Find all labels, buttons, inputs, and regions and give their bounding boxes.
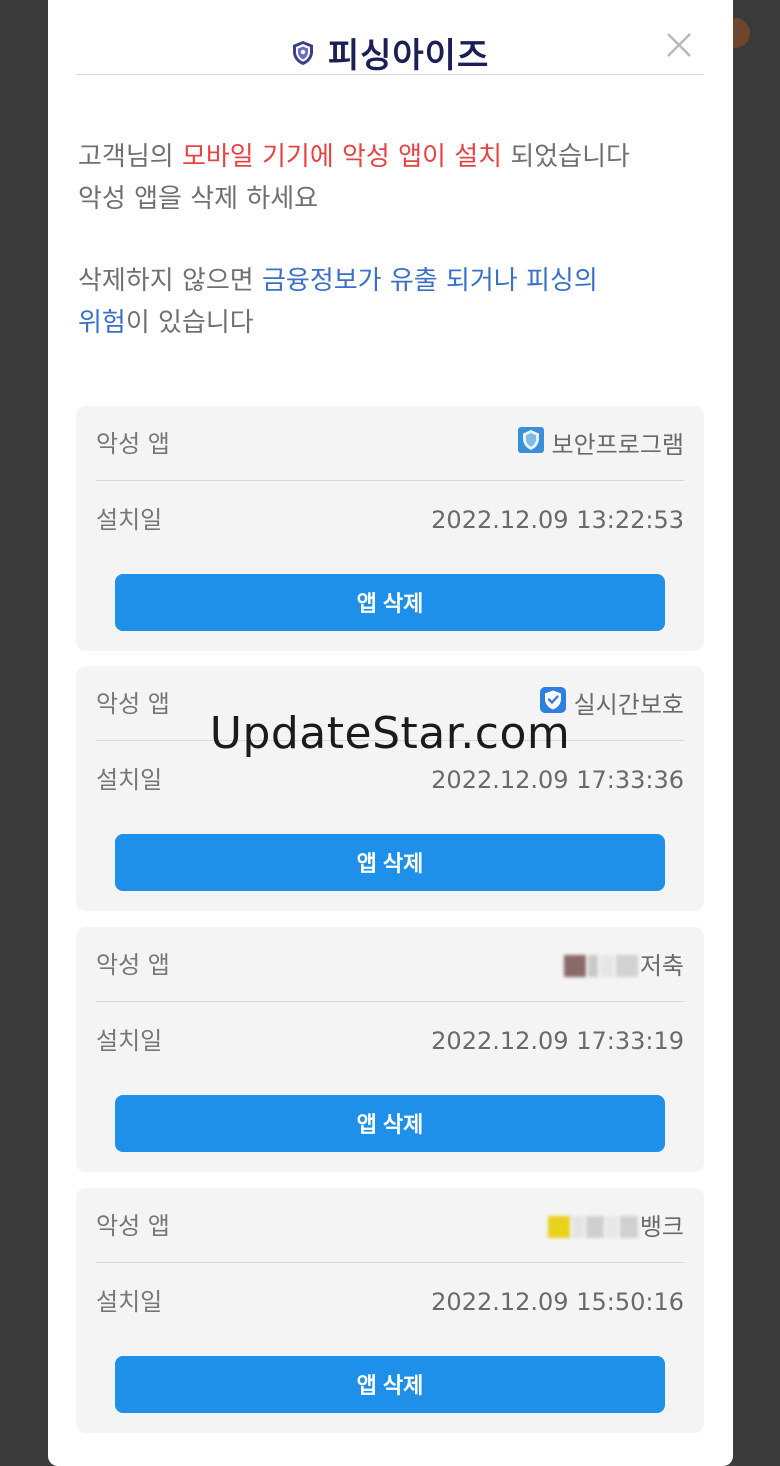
app-label: 악성 앱 <box>96 951 170 979</box>
app-name-row: 악성 앱 저축 <box>96 945 684 1002</box>
app-label: 악성 앱 <box>96 1212 170 1240</box>
blurred-text <box>571 1216 584 1238</box>
install-date-label: 설치일 <box>96 1027 163 1055</box>
install-date-row: 설치일 2022.12.09 15:50:16 <box>96 1282 684 1322</box>
close-icon[interactable] <box>664 30 694 60</box>
app-name-row: 악성 앱 뱅크 <box>96 1206 684 1263</box>
install-date-label: 설치일 <box>96 1288 163 1316</box>
app-name-text: 저축 <box>639 952 684 980</box>
warning-line-1: 고객님의 모바일 기기에 악성 앱이 설치 되었습니다 <box>78 136 698 178</box>
blurred-text <box>605 1216 618 1238</box>
warning-line-2: 악성 앱을 삭제 하세요 <box>78 184 319 214</box>
malicious-app-card: 악성 앱 뱅크 설치일 2022.12.09 15:50:16 앱 삭제 <box>76 1188 704 1433</box>
risk-message: 삭제하지 않으면 금융정보가 유출 되거나 피싱의 위험이 있습니다 <box>78 260 698 344</box>
install-date-value: 2022.12.09 15:50:16 <box>431 1288 684 1316</box>
delete-app-button[interactable]: 앱 삭제 <box>115 1356 665 1413</box>
app-name: 뱅크 <box>547 1206 684 1247</box>
install-date-row: 설치일 2022.12.09 17:33:36 <box>96 760 684 800</box>
shield-app-icon <box>517 425 544 465</box>
blurred-bank-icon <box>547 1216 570 1238</box>
install-date-label: 설치일 <box>96 506 163 534</box>
malicious-app-card: 악성 앱 저축 설치일 2022.12.09 17:33:19 앱 삭제 <box>76 927 704 1172</box>
malicious-app-card: 악성 앱 보안프로그램 설치일 2022.12.09 13:22:53 앱 삭제 <box>76 406 704 651</box>
delete-app-button[interactable]: 앱 삭제 <box>115 574 665 631</box>
app-name-text: 보안프로그램 <box>551 431 684 459</box>
risk-highlight: 위험 <box>78 308 126 338</box>
warning-text: 되었습니다 <box>502 142 630 172</box>
install-date-value: 2022.12.09 17:33:19 <box>431 1027 684 1055</box>
blurred-text <box>615 955 638 977</box>
modal-header: 피싱아이즈 <box>76 0 704 76</box>
risk-line-2: 위험이 있습니다 <box>78 302 698 344</box>
malicious-app-card: 악성 앱 실시간보호 설치일 2022.12.09 17:33:36 앱 삭제 <box>76 666 704 911</box>
risk-line-1: 삭제하지 않으면 금융정보가 유출 되거나 피싱의 <box>78 260 698 302</box>
delete-app-button[interactable]: 앱 삭제 <box>115 1095 665 1152</box>
blurred-text <box>587 955 598 977</box>
install-date-value: 2022.12.09 17:33:36 <box>431 766 684 794</box>
risk-text: 이 있습니다 <box>125 308 254 338</box>
modal-title-group: 피싱아이즈 <box>76 28 704 76</box>
modal-title: 피싱아이즈 <box>327 36 490 76</box>
install-date-label: 설치일 <box>96 766 163 794</box>
blurred-text <box>619 1216 638 1238</box>
blurred-text <box>599 955 614 977</box>
app-label: 악성 앱 <box>96 430 170 458</box>
warning-message: 고객님의 모바일 기기에 악성 앱이 설치 되었습니다 악성 앱을 삭제 하세요 <box>78 136 698 220</box>
warning-highlight: 모바일 기기에 악성 앱이 설치 <box>181 142 503 172</box>
watermark: UpdateStar.com <box>209 708 571 759</box>
install-date-value: 2022.12.09 13:22:53 <box>431 506 684 534</box>
blurred-bank-icon <box>563 955 586 977</box>
delete-app-button[interactable]: 앱 삭제 <box>115 834 665 891</box>
warning-text: 고객님의 <box>78 142 182 172</box>
install-date-row: 설치일 2022.12.09 13:22:53 <box>96 500 684 540</box>
app-name: 저축 <box>563 945 684 986</box>
app-name-text: 뱅크 <box>639 1213 684 1241</box>
risk-text: 삭제하지 않으면 <box>78 266 262 296</box>
app-name-row: 악성 앱 보안프로그램 <box>96 424 684 481</box>
app-name: 보안프로그램 <box>517 424 684 465</box>
blurred-text <box>585 1216 604 1238</box>
risk-highlight: 금융정보가 유출 되거나 피싱의 <box>261 266 598 296</box>
shield-icon <box>291 40 315 66</box>
install-date-row: 설치일 2022.12.09 17:33:19 <box>96 1021 684 1061</box>
